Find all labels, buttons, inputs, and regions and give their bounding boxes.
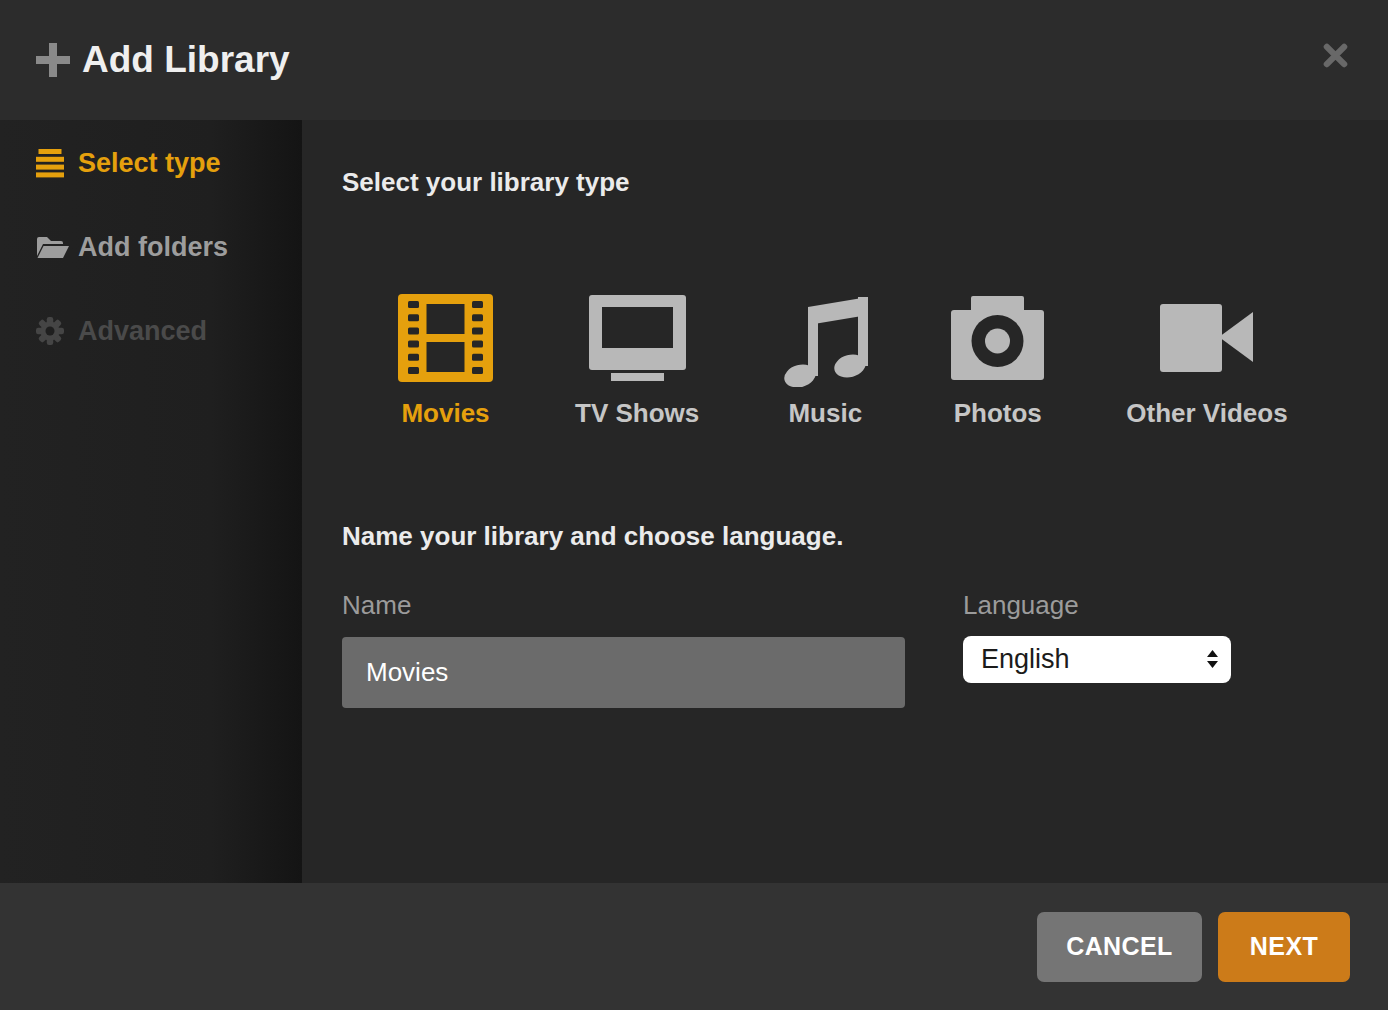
- cancel-button[interactable]: CANCEL: [1037, 912, 1202, 982]
- list-lines-icon: [36, 149, 78, 178]
- tv-icon: [589, 288, 686, 388]
- sidebar-item-label: Add folders: [78, 232, 228, 263]
- dialog-footer: CANCEL NEXT: [0, 883, 1388, 1010]
- main-content: Select your library type Movies: [302, 120, 1388, 883]
- type-option-tv-shows[interactable]: TV Shows: [575, 288, 699, 429]
- library-name-input[interactable]: [342, 637, 905, 708]
- dialog-title: Add Library: [82, 39, 290, 81]
- dialog-header: Add Library: [0, 0, 1388, 120]
- language-select-value: English: [981, 644, 1070, 675]
- name-field-label: Name: [342, 590, 411, 621]
- close-icon[interactable]: [1323, 43, 1348, 68]
- type-option-label: Other Videos: [1126, 398, 1287, 429]
- type-option-label: Music: [788, 398, 862, 429]
- library-type-options: Movies TV Shows: [398, 288, 1288, 429]
- folder-icon: [36, 235, 78, 259]
- camera-icon: [951, 288, 1044, 388]
- gear-icon: [36, 317, 78, 345]
- sidebar-item-label: Advanced: [78, 316, 207, 347]
- sidebar-item-label: Select type: [78, 148, 221, 179]
- sidebar: Select type Add folders Advanced: [0, 120, 302, 883]
- sidebar-item-advanced[interactable]: Advanced: [0, 306, 302, 356]
- name-section-heading: Name your library and choose language.: [342, 521, 843, 552]
- type-option-other-videos[interactable]: Other Videos: [1126, 288, 1287, 429]
- select-arrows-icon: [1207, 650, 1218, 668]
- plus-icon: [36, 43, 70, 77]
- film-strip-icon: [398, 288, 493, 388]
- type-option-label: TV Shows: [575, 398, 699, 429]
- video-camera-icon: [1160, 288, 1253, 388]
- type-option-movies[interactable]: Movies: [398, 288, 493, 429]
- type-option-photos[interactable]: Photos: [951, 288, 1044, 429]
- next-button[interactable]: NEXT: [1218, 912, 1350, 982]
- type-option-label: Movies: [401, 398, 489, 429]
- sidebar-item-select-type[interactable]: Select type: [0, 138, 302, 188]
- type-option-label: Photos: [954, 398, 1042, 429]
- language-field-label: Language: [963, 590, 1079, 621]
- type-section-heading: Select your library type: [342, 167, 630, 198]
- language-select[interactable]: English: [963, 636, 1231, 683]
- sidebar-item-add-folders[interactable]: Add folders: [0, 222, 302, 272]
- type-option-music[interactable]: Music: [781, 288, 869, 429]
- music-note-icon: [781, 288, 869, 388]
